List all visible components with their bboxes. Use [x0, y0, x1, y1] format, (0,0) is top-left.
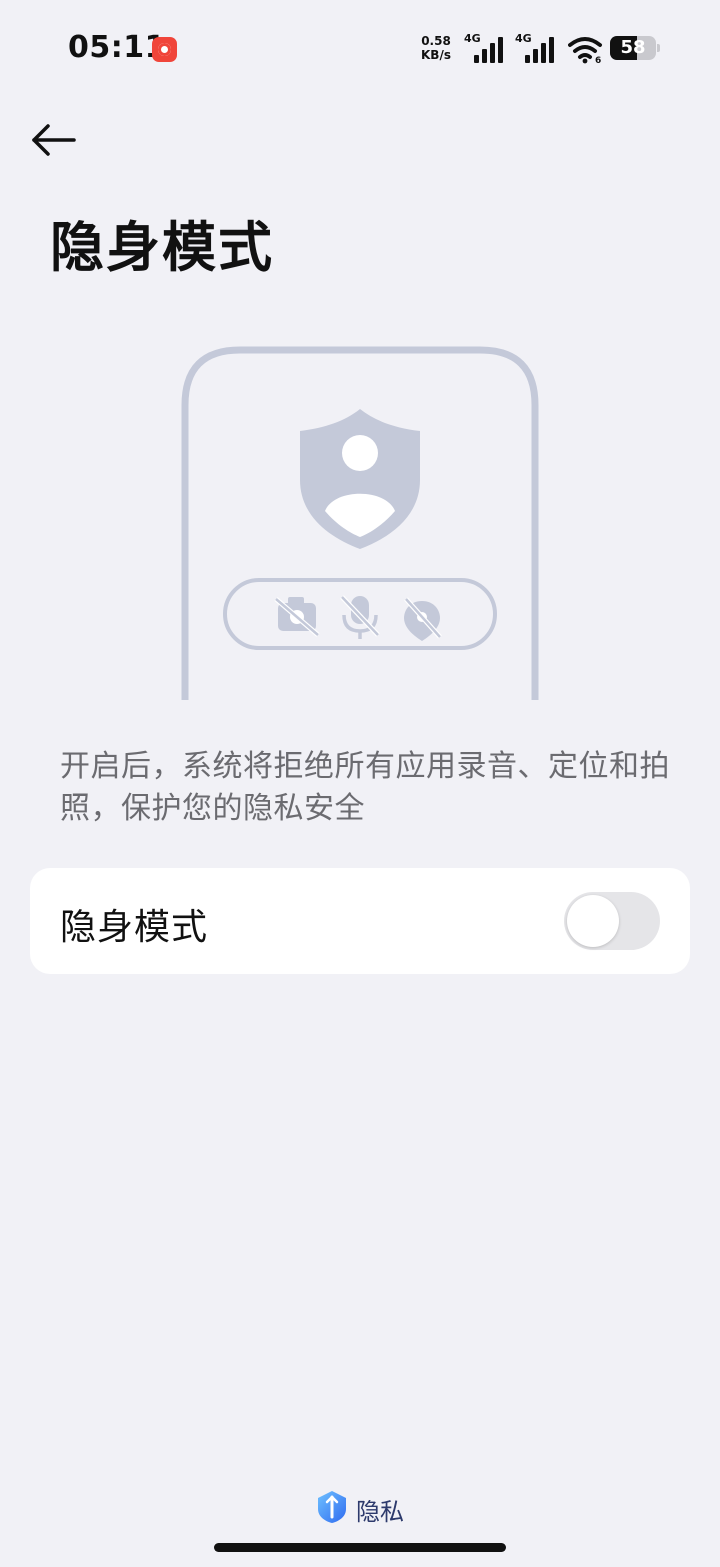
stealth-illustration: [170, 335, 550, 705]
privacy-shield-icon: [318, 1491, 346, 1523]
status-bar: 05:11 0.58 KB/s 4G 4G 6 58: [0, 0, 720, 100]
arrow-left-icon: [32, 124, 76, 156]
mic-off-icon: [340, 595, 380, 639]
brand-label: 隐私: [356, 1498, 404, 1526]
location-off-icon: [404, 597, 442, 641]
battery-icon: 58: [610, 36, 656, 60]
network-speed: 0.58 KB/s: [418, 34, 454, 62]
network-speed-value: 0.58: [421, 34, 451, 48]
wifi-icon: 6: [568, 37, 602, 64]
screen-record-icon: [152, 37, 177, 62]
screen: 05:11 0.58 KB/s 4G 4G 6 58 隐身模式 开启后，系统将拒…: [0, 0, 720, 1567]
stealth-description: 开启后，系统将拒绝所有应用录音、定位和拍照，保护您的隐私安全: [60, 749, 670, 826]
home-indicator[interactable]: [214, 1543, 506, 1552]
stealth-mode-label: 隐身模式: [60, 907, 209, 948]
battery-tip: [657, 44, 660, 52]
privacy-brand: 隐私: [316, 1490, 404, 1526]
page-title: 隐身模式: [50, 216, 274, 279]
stealth-mode-setting[interactable]: 隐身模式: [30, 868, 690, 974]
camera-off-icon: [274, 597, 320, 637]
battery-level: 58: [620, 37, 646, 58]
network-speed-unit: KB/s: [421, 48, 451, 62]
toggle-knob: [567, 895, 619, 947]
stealth-mode-toggle[interactable]: [564, 892, 660, 950]
shield-user-icon: [300, 409, 420, 549]
back-button[interactable]: [28, 118, 84, 162]
wifi-badge: 6: [595, 56, 601, 64]
